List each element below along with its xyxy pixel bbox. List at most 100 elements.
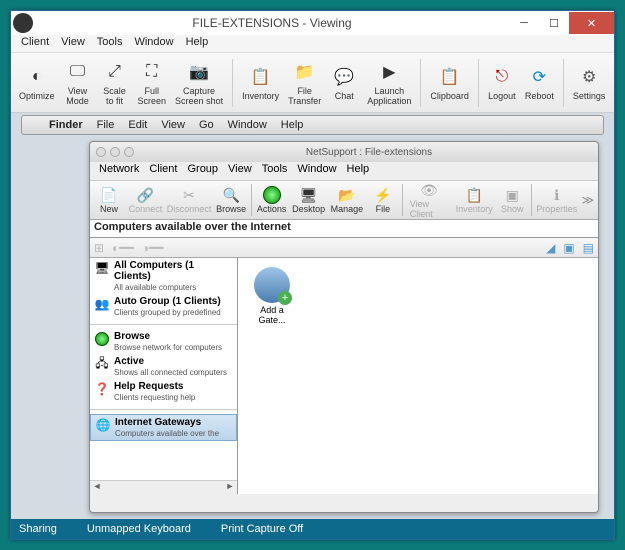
add-gateway-item[interactable]: Add a Gate...	[244, 264, 300, 328]
actions-icon	[263, 186, 281, 204]
tree-auto[interactable]: 👥Auto Group (1 Clients)Clients grouped b…	[90, 294, 237, 319]
logout-icon: ⎋	[490, 65, 514, 89]
monitor-icon: 🖵	[66, 60, 90, 84]
inner-titlebar: NetSupport : File-extensions	[90, 142, 598, 162]
mac-go[interactable]: Go	[192, 119, 221, 131]
tb-browse[interactable]: 🔍Browse	[213, 185, 249, 215]
minimize-button[interactable]: ─	[509, 12, 539, 34]
im-tools[interactable]: Tools	[257, 162, 293, 180]
viewmode-button[interactable]: 🖵View Mode	[60, 58, 96, 108]
traffic-min[interactable]	[110, 147, 120, 157]
scale-button[interactable]: ⤢Scale to fit	[97, 58, 133, 108]
logout-button[interactable]: ⎋Logout	[484, 63, 520, 103]
tb-disconnect[interactable]: ✂Disconnect	[165, 185, 213, 215]
im-view[interactable]: View	[223, 162, 257, 180]
tb-new[interactable]: 📄New	[92, 185, 126, 215]
tree-gateways[interactable]: 🌐Internet GatewaysComputers available ov…	[90, 414, 237, 441]
reboot-icon: ⟳	[527, 65, 551, 89]
status-sharing: Sharing	[19, 523, 57, 535]
im-network[interactable]: Network	[94, 162, 144, 180]
active-icon: 🖧	[94, 356, 110, 372]
viewer-window: FILE-EXTENSIONS - Viewing ─ ☐ ✕ Client V…	[10, 10, 615, 540]
disconnect-icon: ✂	[180, 186, 198, 204]
mt-3[interactable]: ◑━━	[142, 241, 164, 255]
menu-view[interactable]: View	[55, 35, 91, 52]
fullscreen-icon: ⛶	[140, 60, 164, 84]
tb-connect[interactable]: 🔗Connect	[126, 185, 165, 215]
mt-4[interactable]: ◢	[546, 241, 555, 255]
tree-all[interactable]: 🖥All Computers (1 Clients)All available …	[90, 258, 237, 294]
mac-view[interactable]: View	[154, 119, 192, 131]
connect-icon: 🔗	[136, 186, 154, 204]
maximize-button[interactable]: ☐	[539, 12, 569, 34]
sidebar-scrollbar[interactable]: ◄►	[90, 480, 237, 494]
desktop-icon: 🖥	[300, 186, 318, 204]
menu-tools[interactable]: Tools	[91, 35, 129, 52]
inventory-button[interactable]: 📋Inventory	[238, 63, 283, 103]
traffic-zoom[interactable]	[124, 147, 134, 157]
inner-toolbar: 📄New 🔗Connect ✂Disconnect 🔍Browse Action…	[90, 180, 598, 220]
gear-icon: ⚙	[577, 65, 601, 89]
traffic-close[interactable]	[96, 147, 106, 157]
chat-icon: 💬	[332, 65, 356, 89]
im-window[interactable]: Window	[292, 162, 341, 180]
close-button[interactable]: ✕	[569, 12, 614, 34]
capture-button[interactable]: 📷Capture Screen shot	[171, 58, 227, 108]
settings-button[interactable]: ⚙Settings	[569, 63, 610, 103]
optimize-button[interactable]: ◐Optimize	[15, 63, 59, 103]
menu-help[interactable]: Help	[180, 35, 215, 52]
tb-actions[interactable]: Actions	[254, 185, 289, 215]
im-group[interactable]: Group	[182, 162, 223, 180]
fullscreen-button[interactable]: ⛶Full Screen	[134, 58, 171, 108]
status-keyboard: Unmapped Keyboard	[87, 523, 191, 535]
reboot-button[interactable]: ⟳Reboot	[521, 63, 558, 103]
toolbar-overflow[interactable]: ≫	[579, 193, 596, 207]
tb-file[interactable]: ⚡File	[366, 185, 400, 215]
im-help[interactable]: Help	[342, 162, 375, 180]
tree-active[interactable]: 🖧ActiveShows all connected computers	[90, 354, 237, 379]
inventory-icon: 📋	[249, 65, 273, 89]
filetransfer-button[interactable]: 📁File Transfer	[284, 58, 325, 108]
clipboard-button[interactable]: 📋Clipboard	[426, 63, 473, 103]
status-print: Print Capture Off	[221, 523, 303, 535]
menu-window[interactable]: Window	[128, 35, 179, 52]
tb-manage[interactable]: 📂Manage	[328, 185, 366, 215]
file-icon: ⚡	[374, 186, 392, 204]
viewclient-icon: 👁	[420, 181, 438, 199]
tb-desktop[interactable]: 🖥Desktop	[289, 185, 327, 215]
tb-show[interactable]: ▣Show	[495, 185, 529, 215]
launch-icon: ▶	[377, 60, 401, 84]
sidebar: 🖥All Computers (1 Clients)All available …	[90, 258, 238, 494]
mac-edit[interactable]: Edit	[121, 119, 154, 131]
gauge-icon: ◐	[25, 65, 49, 89]
tb-inventory[interactable]: 📋Inventory	[453, 185, 495, 215]
mac-menubar: Finder File Edit View Go Window Help	[21, 115, 604, 135]
window-title: FILE-EXTENSIONS - Viewing	[35, 16, 509, 30]
tree-browse[interactable]: BrowseBrowse network for computers	[90, 329, 237, 354]
mac-finder[interactable]: Finder	[42, 119, 90, 131]
remote-desktop-area: Finder File Edit View Go Window Help Net…	[11, 113, 614, 519]
mt-6[interactable]: ▤	[583, 241, 594, 255]
folder-icon: 📁	[293, 60, 317, 84]
inv-icon: 📋	[465, 186, 483, 204]
tree: 🖥All Computers (1 Clients)All available …	[90, 258, 237, 480]
chat-button[interactable]: 💬Chat	[326, 63, 362, 103]
mt-2[interactable]: ◐━━	[112, 241, 134, 255]
mac-window[interactable]: Window	[221, 119, 274, 131]
outer-menubar: Client View Tools Window Help	[11, 35, 614, 53]
mac-help[interactable]: Help	[274, 119, 311, 131]
mac-file[interactable]: File	[90, 119, 122, 131]
show-icon: ▣	[503, 186, 521, 204]
new-icon: 📄	[100, 186, 118, 204]
im-client[interactable]: Client	[144, 162, 182, 180]
mt-5[interactable]: ▣	[563, 241, 574, 255]
launch-button[interactable]: ▶Launch Application	[363, 58, 415, 108]
menu-client[interactable]: Client	[15, 35, 55, 52]
tb-properties[interactable]: ℹProperties	[534, 185, 579, 215]
mt-1[interactable]: ⊞	[94, 241, 104, 255]
app-icon	[13, 13, 33, 33]
tree-help[interactable]: ❓Help RequestsClients requesting help	[90, 379, 237, 404]
tb-viewclient[interactable]: 👁View Client	[405, 180, 454, 220]
netsupport-window: NetSupport : File-extensions Network Cli…	[89, 141, 599, 513]
props-icon: ℹ	[548, 186, 566, 204]
